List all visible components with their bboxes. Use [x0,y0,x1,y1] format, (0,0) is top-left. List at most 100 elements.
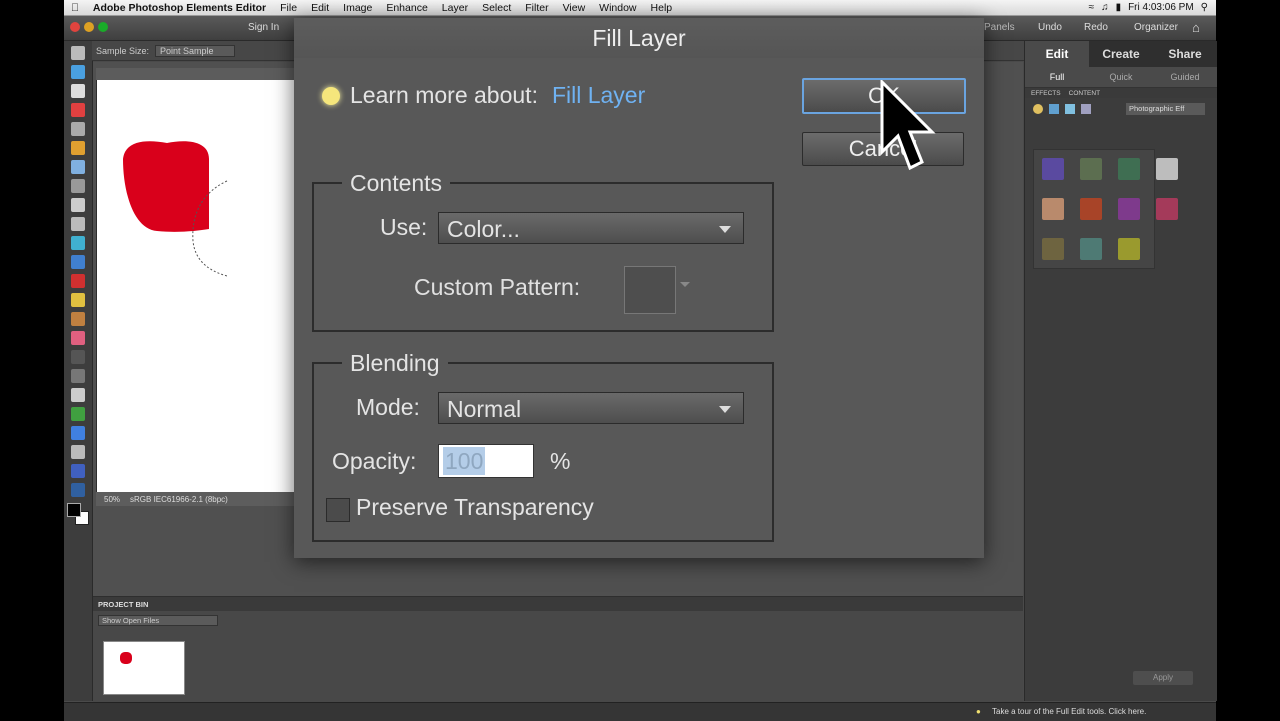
clock[interactable]: Fri 4:03:06 PM [1128,2,1194,13]
preserve-transparency-label[interactable]: Preserve Transparency [356,494,594,521]
pencil-tool-icon[interactable] [71,350,85,364]
use-dropdown[interactable]: Color... [438,212,744,244]
effects-tab[interactable]: EFFECTS [1031,90,1061,97]
menu-enhance[interactable]: Enhance [379,2,434,14]
app-name-menu[interactable]: Adobe Photoshop Elements Editor [86,2,273,14]
menu-edit[interactable]: Edit [304,2,336,14]
wifi-icon[interactable]: ≈ [1089,2,1095,13]
lasso-tool-icon[interactable] [71,141,85,155]
smart-brush-tool-icon[interactable] [71,388,85,402]
healing-brush-tool-icon[interactable] [71,293,85,307]
marquee-tool-icon[interactable] [71,122,85,136]
menu-window[interactable]: Window [592,2,643,14]
effect-swatch[interactable] [1042,158,1064,180]
red-eye-tool-icon[interactable] [71,274,85,288]
content-tab[interactable]: CONTENT [1069,90,1100,97]
apply-button[interactable]: Apply [1133,671,1193,685]
opacity-label: Opacity: [332,448,417,474]
menu-select[interactable]: Select [475,2,518,14]
close-window-button[interactable] [70,22,80,32]
mode-dropdown[interactable]: Normal [438,392,744,424]
subtab-guided[interactable]: Guided [1153,67,1217,87]
cookie-cutter-tool-icon[interactable] [71,236,85,250]
panels-button[interactable]: Panels [984,22,1015,33]
battery-icon[interactable]: ▮ [1116,2,1122,13]
status-hint-link[interactable]: Take a tour of the Full Edit tools. Clic… [992,707,1146,716]
color-profile: sRGB IEC61966-2.1 (8bpc) [130,494,228,504]
menu-help[interactable]: Help [644,2,680,14]
opacity-unit: % [550,448,571,474]
brush-tool-icon[interactable] [71,369,85,383]
subtab-quick[interactable]: Quick [1089,67,1153,87]
show-open-files-select[interactable]: Show Open Files [98,615,218,626]
effects-panel-header: EFFECTS CONTENT [1025,88,1217,98]
layer-styles-icon[interactable] [1049,104,1059,114]
preserve-transparency-checkbox[interactable] [326,498,350,522]
minimize-window-button[interactable] [84,22,94,32]
chevron-down-icon [719,226,731,233]
volume-icon[interactable]: ♫ [1101,2,1109,13]
apple-icon[interactable]:  [64,2,86,14]
straighten-tool-icon[interactable] [71,255,85,269]
foreground-color-swatch[interactable] [67,503,81,517]
sample-size-select[interactable]: Point Sample [155,44,235,57]
opacity-value: 100 [443,447,486,475]
hand-tool-icon[interactable] [71,84,85,98]
eyedropper-tool-icon[interactable] [71,103,85,117]
pattern-chevron-icon[interactable] [680,282,690,287]
crop-tool-icon[interactable] [71,217,85,231]
effect-swatch[interactable] [1080,238,1102,260]
effect-swatch[interactable] [1118,198,1140,220]
tab-edit[interactable]: Edit [1025,41,1089,67]
organizer-button[interactable]: Organizer [1134,22,1178,33]
effect-swatch[interactable] [1042,238,1064,260]
mode-tabs: Edit Create Share [1025,41,1217,67]
document-canvas[interactable] [97,81,297,491]
type-tool-icon[interactable] [71,198,85,212]
undo-button[interactable]: Undo [1038,22,1062,33]
sign-in-link[interactable]: Sign In [248,22,279,33]
image-thumbnail[interactable] [103,641,185,695]
redo-button[interactable]: Redo [1084,22,1108,33]
tab-share[interactable]: Share [1153,41,1217,67]
menu-filter[interactable]: Filter [518,2,555,14]
menu-file[interactable]: File [273,2,304,14]
effect-swatch[interactable] [1080,158,1102,180]
spotlight-icon[interactable]: ⚲ [1201,2,1208,13]
sponge-tool-icon[interactable] [71,483,85,497]
magic-wand-tool-icon[interactable] [71,160,85,174]
home-icon[interactable]: ⌂ [1192,20,1200,35]
effect-swatch[interactable] [1042,198,1064,220]
all-effects-icon[interactable] [1081,104,1091,114]
gradient-tool-icon[interactable] [71,426,85,440]
zoom-level: 50% [104,494,121,504]
zoom-tool-icon[interactable] [71,65,85,79]
subtab-full[interactable]: Full [1025,67,1089,87]
photo-effects-icon[interactable] [1065,104,1075,114]
effect-swatch[interactable] [1118,238,1140,260]
learn-more-link[interactable]: Fill Layer [552,82,645,109]
menubar-status-area: ≈ ♫ ▮ Fri 4:03:06 PM ⚲ [1089,2,1216,13]
zoom-window-button[interactable] [98,22,108,32]
opacity-input[interactable]: 100 [438,444,534,478]
brush-selection-tool-icon[interactable] [71,179,85,193]
menu-image[interactable]: Image [336,2,379,14]
effect-swatch[interactable] [1156,158,1178,180]
clone-stamp-tool-icon[interactable] [71,312,85,326]
move-tool-icon[interactable] [71,46,85,60]
effects-category-select[interactable]: Photographic Eff [1126,103,1205,115]
eraser-tool-icon[interactable] [71,331,85,345]
color-swatches[interactable] [67,503,89,525]
effect-swatch[interactable] [1156,198,1178,220]
blur-tool-icon[interactable] [71,464,85,478]
tab-create[interactable]: Create [1089,41,1153,67]
filters-icon[interactable] [1033,104,1043,114]
custom-pattern-picker[interactable] [624,266,676,314]
effect-swatch[interactable] [1118,158,1140,180]
project-bin: PROJECT BIN Show Open Files [93,596,1023,702]
paint-bucket-tool-icon[interactable] [71,407,85,421]
effect-swatch[interactable] [1080,198,1102,220]
menu-layer[interactable]: Layer [435,2,475,14]
menu-view[interactable]: View [556,2,593,14]
shape-tool-icon[interactable] [71,445,85,459]
